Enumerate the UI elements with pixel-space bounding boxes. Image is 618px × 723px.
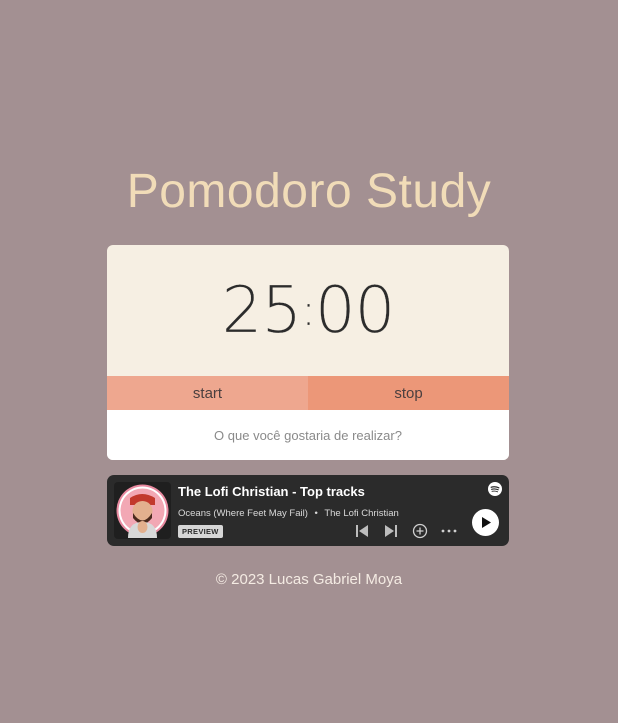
song-separator: • [314, 508, 318, 519]
timer-separator: : [301, 285, 316, 336]
timer-minutes: 25 [221, 273, 303, 348]
page-title: Pomodoro Study [126, 165, 492, 218]
play-button[interactable] [472, 509, 499, 536]
timer-controls: start stop [107, 376, 509, 410]
spotify-icon[interactable] [488, 482, 502, 496]
next-icon[interactable] [383, 523, 399, 539]
preview-badge: PREVIEW [178, 525, 223, 538]
footer-credit: © 2023 Lucas Gabriel Moya [215, 571, 403, 588]
spotify-player: The Lofi Christian - Top tracks Oceans (… [107, 475, 509, 546]
task-input[interactable] [107, 426, 509, 444]
playlist-title[interactable]: The Lofi Christian - Top tracks [178, 484, 365, 499]
timer-card: 25:00 start stop [107, 245, 509, 460]
playlist-cover-image[interactable] [114, 482, 171, 539]
timer-seconds: 00 [314, 273, 396, 348]
more-icon[interactable] [440, 523, 457, 539]
now-playing-line: Oceans (Where Feet May Fail) • The Lofi … [178, 508, 399, 519]
start-button[interactable]: start [107, 376, 308, 410]
previous-icon[interactable] [354, 523, 370, 539]
artist-name[interactable]: The Lofi Christian [324, 508, 398, 519]
play-icon [481, 517, 491, 528]
song-title[interactable]: Oceans (Where Feet May Fail) [178, 508, 308, 519]
timer-display: 25:00 [107, 245, 509, 376]
task-field-wrapper [107, 410, 509, 460]
add-icon[interactable] [412, 523, 428, 539]
stop-button[interactable]: stop [308, 376, 509, 410]
